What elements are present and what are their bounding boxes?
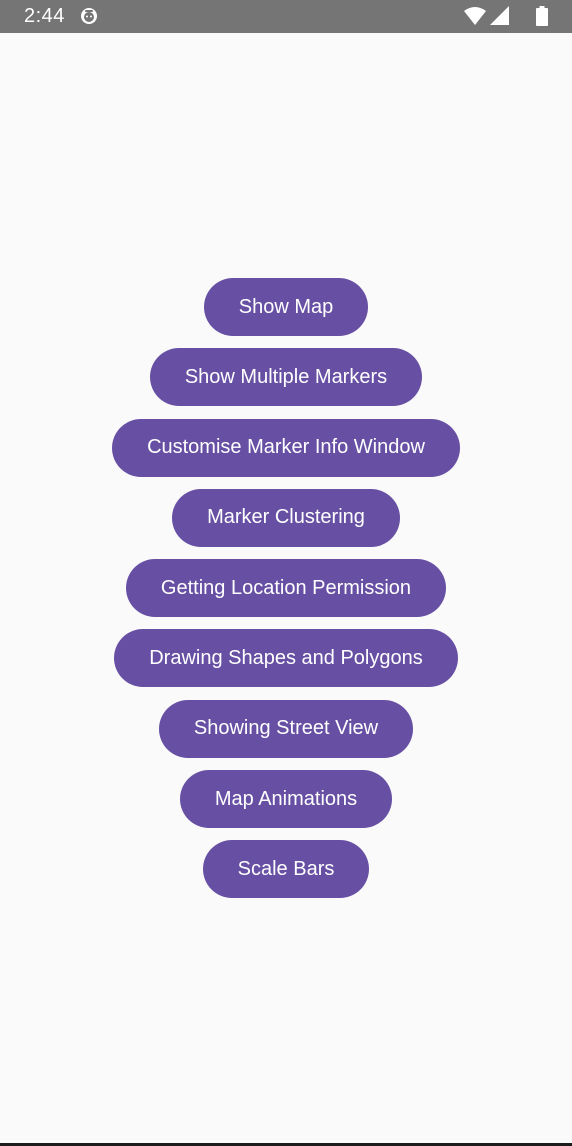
drawing-shapes-and-polygons-button[interactable]: Drawing Shapes and Polygons: [114, 629, 458, 688]
showing-street-view-button[interactable]: Showing Street View: [158, 699, 414, 758]
battery-icon: [536, 6, 548, 26]
getting-location-permission-button[interactable]: Getting Location Permission: [125, 559, 447, 618]
wifi-icon: [464, 7, 486, 25]
show-multiple-markers-button[interactable]: Show Multiple Markers: [149, 348, 423, 407]
scale-bars-button[interactable]: Scale Bars: [202, 840, 370, 899]
marker-clustering-button[interactable]: Marker Clustering: [172, 488, 400, 547]
status-time: 2:44: [24, 5, 65, 27]
customise-marker-info-window-button[interactable]: Customise Marker Info Window: [112, 418, 460, 477]
app-notification-icon: [81, 8, 97, 24]
status-bar: 2:44: [0, 0, 572, 33]
menu-button-list: Show Map Show Multiple Markers Customise…: [0, 278, 572, 911]
signal-icon: [490, 6, 509, 25]
map-animations-button[interactable]: Map Animations: [179, 770, 393, 829]
show-map-button[interactable]: Show Map: [203, 278, 369, 336]
